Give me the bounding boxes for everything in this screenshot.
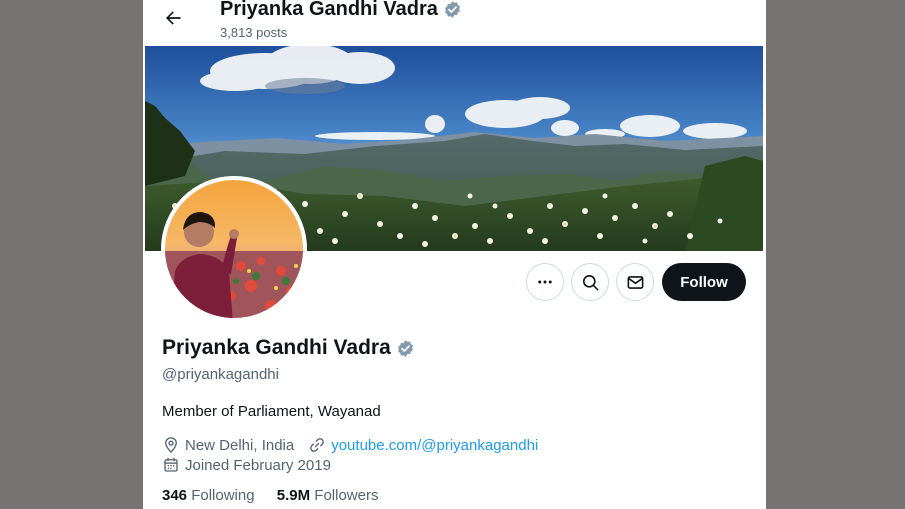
profile-stats: 346 Following 5.9M Followers xyxy=(162,487,396,504)
mail-icon xyxy=(627,275,643,289)
verified-badge-icon xyxy=(444,1,460,18)
search-button[interactable] xyxy=(571,263,609,301)
profile-actions: Follow xyxy=(143,263,766,301)
followers-label: Followers xyxy=(314,487,379,504)
profile-name: Priyanka Gandhi Vadra xyxy=(162,336,415,360)
following-count: 346 xyxy=(162,487,188,504)
back-arrow-icon xyxy=(166,11,181,25)
link-icon xyxy=(308,436,326,454)
back-button[interactable] xyxy=(159,4,187,32)
more-icon xyxy=(538,280,552,284)
verified-badge-icon[interactable] xyxy=(396,339,415,358)
header-title: Priyanka Gandhi Vadra xyxy=(220,0,462,21)
following-link[interactable]: 346 Following xyxy=(162,487,255,504)
profile-joined-date: Joined February 2019 xyxy=(185,456,331,474)
profile-display-name: Priyanka Gandhi Vadra xyxy=(162,336,391,359)
profile-joined-row: Joined February 2019 xyxy=(162,456,331,474)
follow-button[interactable]: Follow xyxy=(662,263,746,301)
more-button[interactable] xyxy=(526,263,564,301)
followers-link[interactable]: 5.9M Followers xyxy=(277,487,379,504)
profile-handle: @priyankagandhi xyxy=(162,366,279,383)
location-icon xyxy=(162,436,180,454)
top-bar: Priyanka Gandhi Vadra 3,813 posts xyxy=(143,0,766,46)
following-label: Following xyxy=(191,487,255,504)
search-icon xyxy=(582,274,598,290)
calendar-icon xyxy=(162,456,180,474)
profile-page: Priyanka Gandhi Vadra 3,813 posts Follow… xyxy=(143,0,766,509)
profile-meta-row: New Delhi, India youtube.com/@priyankaga… xyxy=(162,436,538,454)
followers-count: 5.9M xyxy=(276,487,311,504)
profile-bio: Member of Parliament, Wayanad xyxy=(162,403,381,420)
profile-location: New Delhi, India xyxy=(185,436,295,454)
header-name: Priyanka Gandhi Vadra xyxy=(220,0,438,20)
post-count: 3,813 posts xyxy=(220,25,288,40)
message-button[interactable] xyxy=(616,263,654,301)
profile-website-link[interactable]: youtube.com/@priyankagandhi xyxy=(331,437,538,454)
